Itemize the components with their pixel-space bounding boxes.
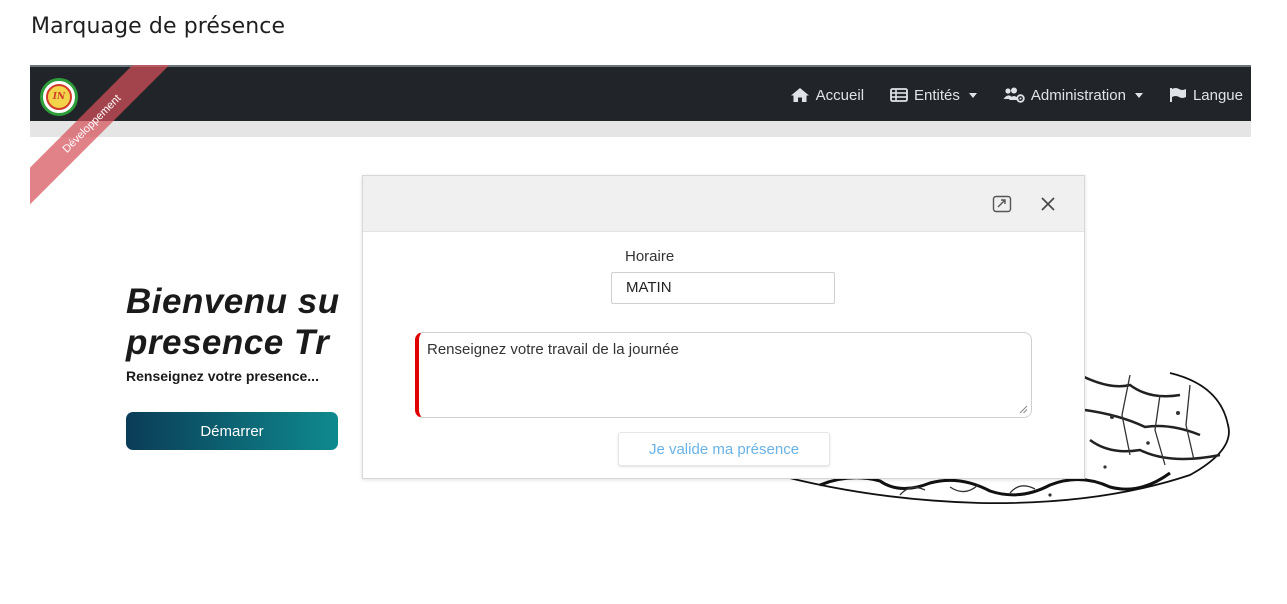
logo-emblem: IN [46,84,72,110]
maximize-icon[interactable] [991,193,1013,215]
nav-menu: Accueil Entités Administration Langue [790,67,1251,123]
chevron-down-icon [968,92,977,98]
nav-item-label: Accueil [815,86,865,104]
hero-title-line2: presence Tr [126,323,330,362]
chevron-down-icon [1134,92,1143,98]
page-title: Marquage de présence [31,14,286,39]
nav-item-administration[interactable]: Administration [1003,87,1143,104]
resize-handle-icon[interactable] [1019,405,1028,414]
navbar-underline [30,121,1251,137]
table-icon [890,88,908,102]
nav-item-label: Entités [914,86,960,104]
textarea-placeholder: Renseignez votre travail de la journée [427,341,679,358]
start-button[interactable]: Démarrer [126,412,338,450]
horaire-select[interactable]: MATIN [611,272,835,304]
users-cog-icon [1003,87,1025,103]
home-icon [790,87,810,103]
hero-subtitle: Renseignez votre presence... [126,368,319,384]
modal-header [363,176,1084,232]
nav-item-accueil[interactable]: Accueil [790,87,864,104]
horaire-label: Horaire [625,248,675,265]
presence-modal: Horaire MATIN Renseignez votre travail d… [362,175,1085,479]
nav-item-langue[interactable]: Langue [1169,87,1243,104]
work-description-textarea[interactable]: Renseignez votre travail de la journée [415,332,1032,418]
app-logo[interactable]: IN [40,78,78,116]
top-navbar: IN Accueil Entités Administration Langue [30,65,1251,121]
logo-text: IN [52,92,66,102]
flag-icon [1169,87,1187,103]
app-frame: IN Accueil Entités Administration Langue… [30,65,1251,604]
nav-item-label: Langue [1192,86,1243,104]
hero-title: Bienvenu su presence Tr [126,281,340,363]
close-icon[interactable] [1037,193,1059,215]
nav-item-entites[interactable]: Entités [890,87,977,104]
nav-item-label: Administration [1030,86,1126,104]
validate-presence-button[interactable]: Je valide ma présence [618,432,830,466]
hero-title-line1: Bienvenu su [126,282,340,321]
